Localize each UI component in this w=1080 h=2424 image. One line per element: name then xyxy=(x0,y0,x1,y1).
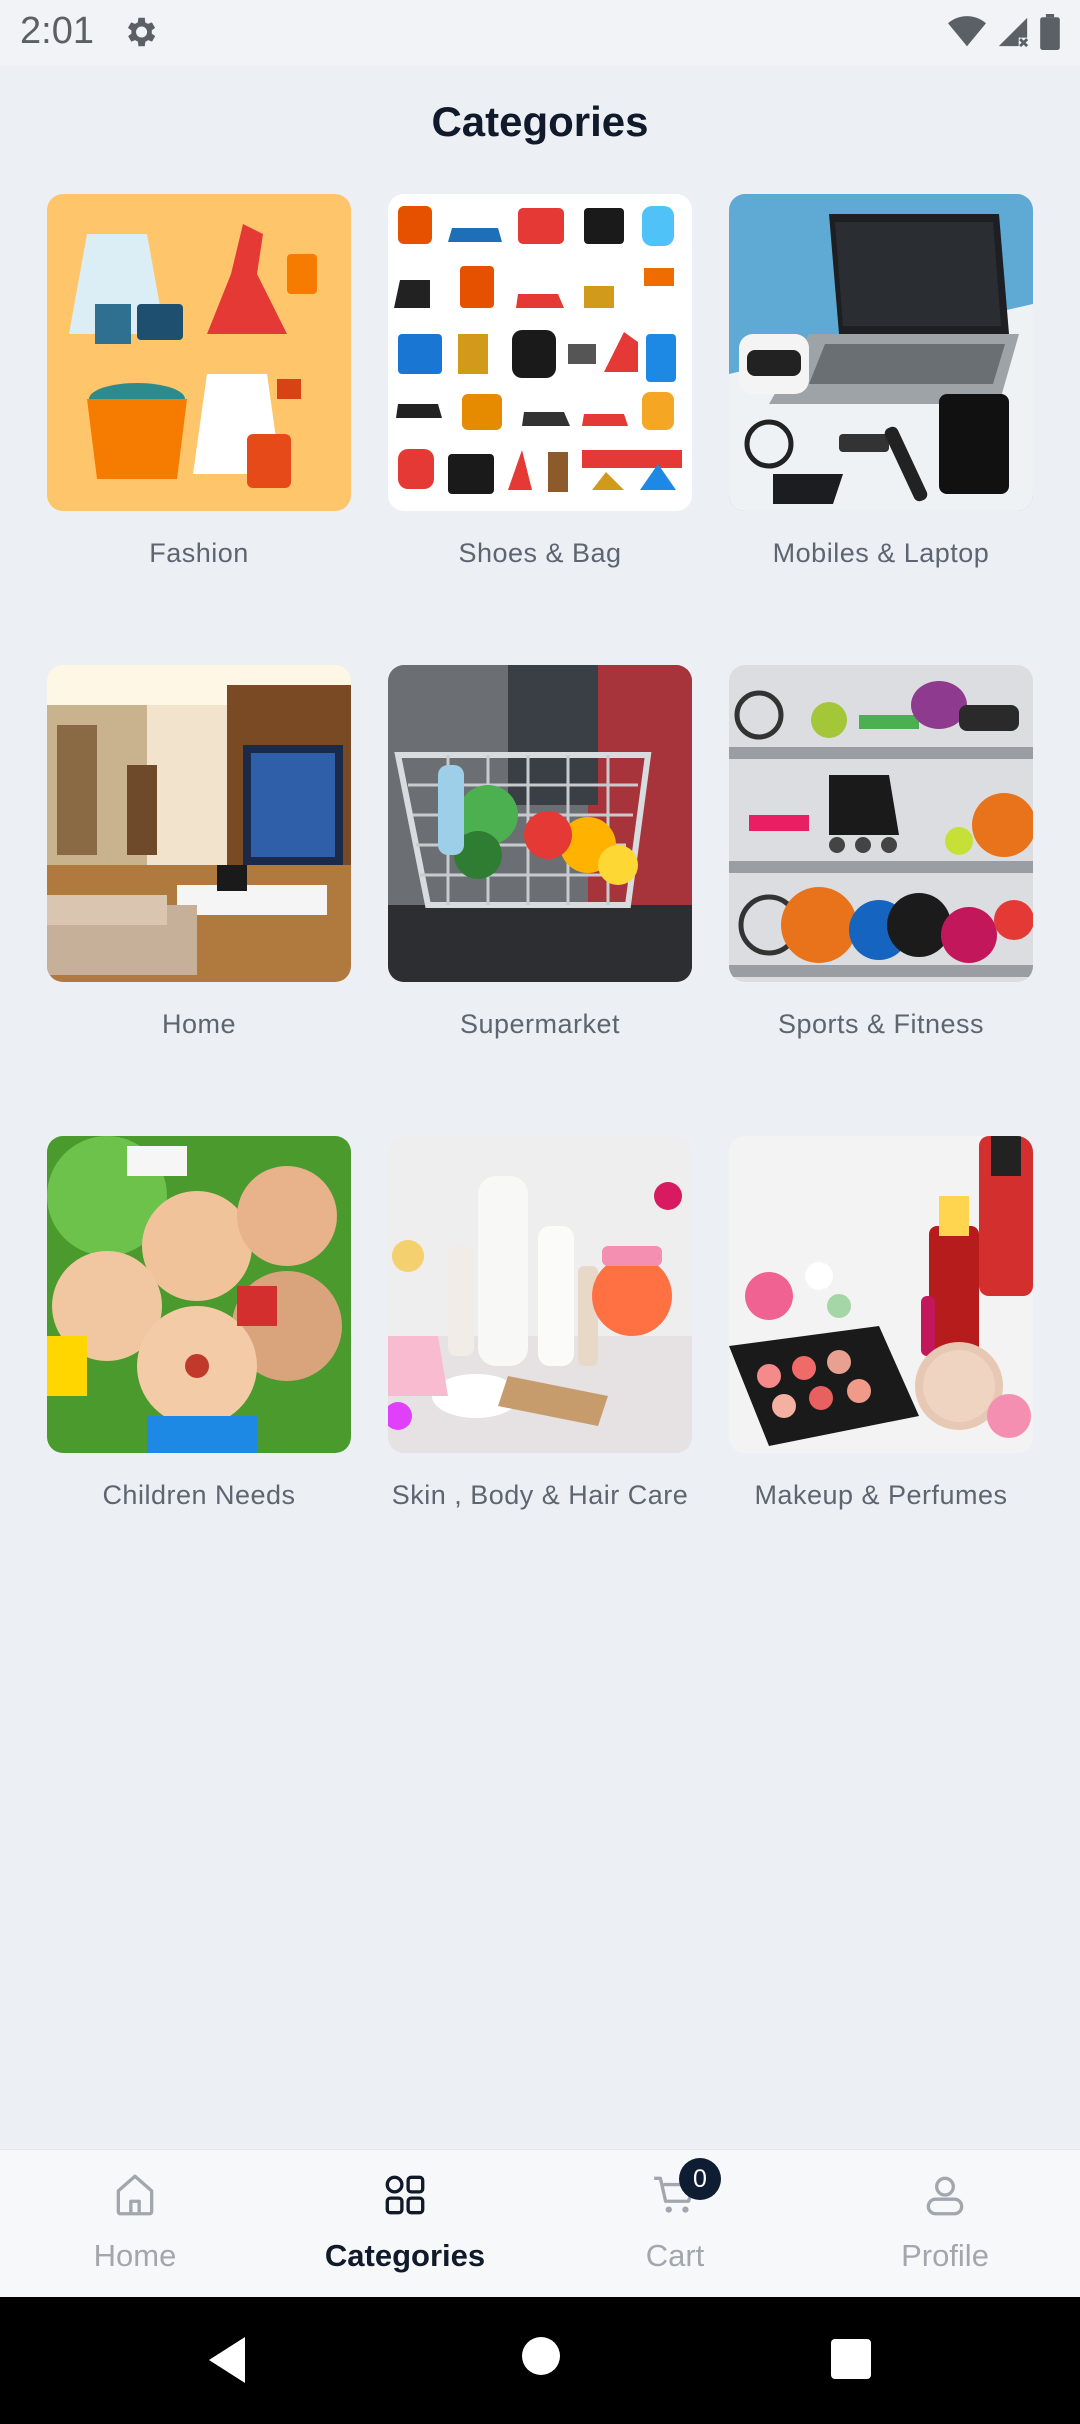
laptop-illustration xyxy=(729,194,1033,511)
category-label: Shoes & Bag xyxy=(458,538,622,568)
category-label: Makeup & Perfumes xyxy=(754,1480,1008,1510)
category-mobiles-laptop[interactable]: Mobiles & Laptop xyxy=(729,194,1033,572)
nav-label: Cart xyxy=(645,2238,705,2273)
bottom-nav: Home Categories 0 Cart Profile xyxy=(0,2149,1080,2297)
nav-categories[interactable]: Categories xyxy=(270,2150,540,2298)
battery-icon xyxy=(1040,14,1060,50)
wifi-icon xyxy=(948,16,986,47)
status-time: 2:01 xyxy=(20,10,94,52)
skincare-image xyxy=(388,1136,692,1453)
system-nav-bar xyxy=(0,2297,1080,2424)
signal-icon xyxy=(998,17,1029,48)
shoes-bags-image xyxy=(388,194,692,511)
cart-badge: 0 xyxy=(679,2158,721,2200)
sports-equipment-illustration xyxy=(729,665,1033,982)
living-room-image xyxy=(47,665,351,982)
category-label: Supermarket xyxy=(459,1009,621,1039)
nav-label: Categories xyxy=(324,2238,486,2273)
recents-icon[interactable] xyxy=(831,2339,871,2379)
app-screen: 2:01 Categories Fashion Shoes & Bag Mobi… xyxy=(0,0,1080,2424)
laptop-devices-image xyxy=(729,194,1033,511)
nav-cart[interactable]: 0 Cart xyxy=(540,2150,810,2298)
category-supermarket[interactable]: Supermarket xyxy=(388,665,692,1043)
nav-home[interactable]: Home xyxy=(0,2150,270,2298)
back-icon[interactable] xyxy=(205,2335,247,2385)
category-label: Skin , Body & Hair Care xyxy=(391,1480,689,1510)
status-icons xyxy=(948,12,1060,52)
shoes-bags-illustration xyxy=(388,194,692,511)
page-title: Categories xyxy=(431,98,649,145)
fashion-image xyxy=(47,194,351,511)
gear-icon xyxy=(127,17,156,47)
category-makeup-perfumes[interactable]: Makeup & Perfumes xyxy=(729,1136,1033,1514)
profile-icon xyxy=(926,2176,964,2216)
category-label: Children Needs xyxy=(102,1480,296,1510)
status-bar: 2:01 xyxy=(0,0,1080,66)
category-label: Mobiles & Laptop xyxy=(772,538,990,568)
nav-profile[interactable]: Profile xyxy=(810,2150,1080,2298)
category-skin-body-hair-care[interactable]: Skin , Body & Hair Care xyxy=(388,1136,692,1514)
children-illustration xyxy=(47,1136,351,1453)
category-label: Fashion xyxy=(149,538,249,568)
makeup-image xyxy=(729,1136,1033,1453)
category-label: Sports & Fitness xyxy=(777,1009,985,1039)
skincare-illustration xyxy=(388,1136,692,1453)
category-sports-fitness[interactable]: Sports & Fitness xyxy=(729,665,1033,1043)
living-room-illustration xyxy=(47,665,351,982)
children-image xyxy=(47,1136,351,1453)
home-icon xyxy=(116,2174,154,2216)
categories-icon xyxy=(385,2175,425,2215)
nav-label: Home xyxy=(93,2238,177,2273)
category-children-needs[interactable]: Children Needs xyxy=(47,1136,351,1514)
category-shoes-bag[interactable]: Shoes & Bag xyxy=(388,194,692,572)
shopping-cart-image xyxy=(388,665,692,982)
nav-label: Profile xyxy=(901,2238,989,2273)
makeup-illustration xyxy=(729,1136,1033,1453)
fashion-illustration xyxy=(47,194,351,511)
sports-equipment-image xyxy=(729,665,1033,982)
category-home[interactable]: Home xyxy=(47,665,351,1043)
shopping-cart-illustration xyxy=(388,665,692,982)
home-circle-icon[interactable] xyxy=(520,2335,562,2377)
category-label: Home xyxy=(161,1009,237,1039)
category-fashion[interactable]: Fashion xyxy=(47,194,351,572)
